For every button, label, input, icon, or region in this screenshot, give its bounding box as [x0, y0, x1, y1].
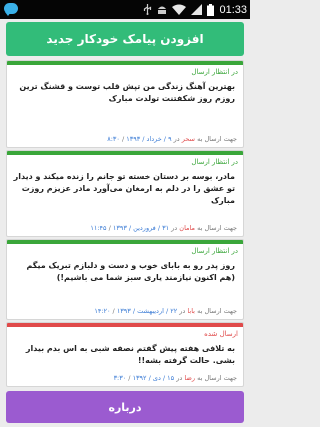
usb-icon: [144, 4, 152, 15]
status-bar-indicator: [7, 323, 243, 327]
battery-icon: [207, 3, 215, 16]
message-card[interactable]: در انتظار ارسال بهترین آهنگ زندگی من تپش…: [6, 60, 244, 148]
message-card[interactable]: ارسال شده به تلافی هفته پیش گفتم نصفه شب…: [6, 322, 244, 387]
signal-icon: [191, 4, 203, 15]
message-text: روز پدر رو به بابای خوب و دست و دلبازم ت…: [26, 261, 235, 282]
add-auto-sms-button[interactable]: افزودن پیامک خودکار جدید: [6, 22, 244, 56]
recipient-name: بابا: [187, 307, 195, 315]
wifi-icon: [172, 4, 187, 15]
message-meta: جهت ارسال به سحر در ۹ / خرداد / ۱۳۹۳ / ۸…: [107, 135, 237, 143]
status-bar: 01:33: [0, 0, 250, 19]
send-date: ۱۵ / دی / ۱۳۹۲: [132, 374, 175, 382]
message-card[interactable]: در انتظار ارسال مادر، بوسه بر دستان خسته…: [6, 150, 244, 237]
recipient-name: سحر: [181, 135, 195, 143]
send-date: ۲۲ / اردیبهشت / ۱۳۹۳: [116, 307, 178, 315]
message-meta: جهت ارسال به مامان در ۳۱ / فروردین / ۱۳۹…: [90, 224, 237, 232]
status-bar-indicator: [7, 151, 243, 155]
message-card[interactable]: در انتظار ارسال روز پدر رو به بابای خوب …: [6, 239, 244, 320]
message-text: به تلافی هفته پیش گفتم نصفه شبی به اس بد…: [25, 344, 235, 365]
status-label: در انتظار ارسال: [191, 68, 238, 76]
message-meta: جهت ارسال به رضا در ۱۵ / دی / ۱۳۹۲ / ۳:۳…: [113, 374, 237, 382]
message-text: مادر، بوسه بر دستان خسته تو جانم را زنده…: [13, 172, 235, 205]
send-date: ۹ / خرداد / ۱۳۹۳: [126, 135, 172, 143]
status-label: در انتظار ارسال: [191, 247, 238, 255]
send-time: ۱۱:۴۵: [90, 224, 107, 232]
status-label: در انتظار ارسال: [191, 158, 238, 166]
message-text: بهترین آهنگ زندگی من تپش قلب توست و قشنگ…: [19, 82, 235, 103]
message-meta: جهت ارسال به بابا در ۲۲ / اردیبهشت / ۱۳۹…: [94, 307, 237, 315]
send-time: ۱۴:۲۰: [94, 307, 111, 315]
status-label: ارسال شده: [204, 330, 238, 338]
notification-chat-icon: [3, 1, 20, 18]
send-time: ۸:۳۰: [107, 135, 120, 143]
recipient-name: مامان: [179, 224, 195, 232]
recipient-name: رضا: [184, 374, 195, 382]
send-time: ۳:۳۰: [113, 374, 127, 382]
send-date: ۳۱ / فروردین / ۱۳۹۳: [112, 224, 170, 232]
about-button[interactable]: درباره: [6, 391, 244, 423]
status-bar-indicator: [7, 61, 243, 65]
android-debug-icon: [158, 6, 167, 14]
clock: 01:33: [219, 3, 247, 16]
status-bar-indicator: [7, 240, 243, 244]
